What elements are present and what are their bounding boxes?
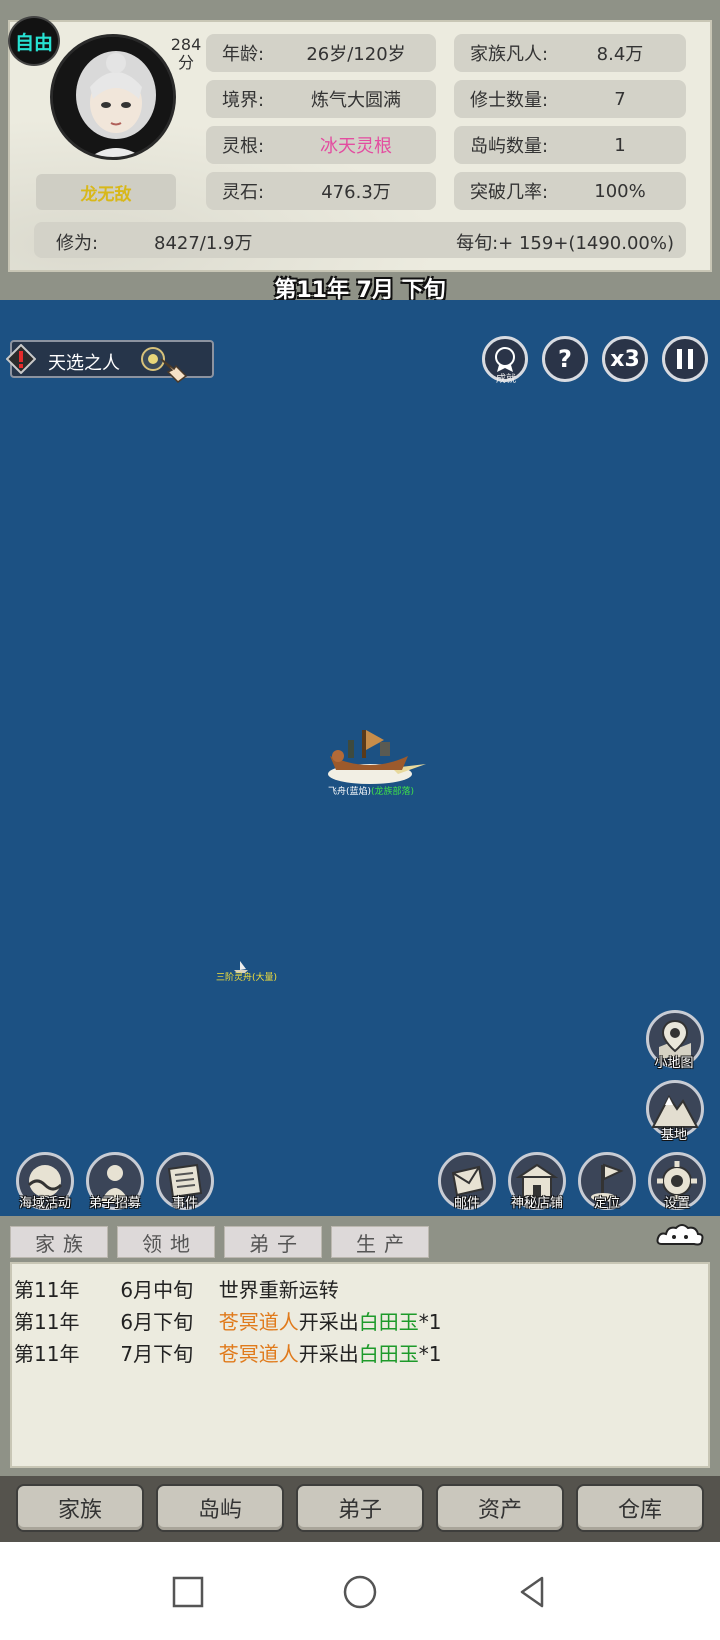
log-text: 开采出	[298, 1342, 359, 1366]
stat-clan-mortals: 家族凡人: 8.4万	[454, 34, 686, 72]
flying-ship[interactable]	[318, 716, 430, 786]
player-avatar[interactable]	[50, 34, 176, 160]
stat-spirit-root-value: 冰天灵根	[320, 136, 392, 157]
stat-cultivators-value: 7	[614, 88, 626, 110]
log-year: 第11年	[14, 1310, 80, 1334]
stat-realm: 境界: 炼气大圆满	[206, 80, 436, 118]
speed-button[interactable]: x3	[602, 336, 648, 382]
mystery-shop-label: 神秘店铺	[510, 1196, 563, 1211]
cultivation-value: 8427/1.9万	[154, 233, 253, 254]
ship-name: 飞舟(蓝焰)	[328, 787, 372, 797]
stat-breakthrough-value: 100%	[594, 180, 646, 202]
cultivation-label: 修为:	[56, 233, 99, 254]
recruit-disciple-label: 弟子招募	[88, 1196, 141, 1211]
minimap-label: 小地图	[654, 1056, 694, 1071]
log-tab-territory[interactable]: 领地	[117, 1226, 215, 1258]
chosen-one-label: 天选之人	[48, 353, 120, 374]
log-tab-clan[interactable]: 家族	[10, 1226, 108, 1258]
log-year: 第11年	[14, 1342, 80, 1366]
stat-realm-label: 境界:	[222, 90, 265, 111]
log-person: 苍冥道人	[218, 1310, 299, 1334]
ship-label: 飞舟(蓝焰)(龙族部落)	[328, 784, 414, 797]
nav-clan-button[interactable]: 家族	[16, 1484, 144, 1532]
log-text: 开采出	[298, 1310, 359, 1334]
stat-age-value: 26岁/120岁	[306, 44, 406, 65]
events-label: 事件	[171, 1196, 198, 1211]
score-unit: 分	[177, 53, 194, 72]
score-display: 284 分	[166, 36, 206, 72]
log-count: *1	[418, 1310, 442, 1334]
nav-disciples-button[interactable]: 弟子	[296, 1484, 424, 1532]
pause-button[interactable]	[662, 336, 708, 382]
stat-realm-value: 炼气大圆满	[311, 90, 401, 111]
alert-icon	[6, 344, 36, 374]
settings-label: 设置	[663, 1196, 690, 1211]
sea-activity-label: 海域活动	[18, 1196, 71, 1211]
recent-apps-icon[interactable]	[168, 1572, 208, 1612]
stat-cultivators-label: 修士数量:	[470, 90, 549, 111]
stat-clan-mortals-value: 8.4万	[596, 44, 644, 65]
stat-cultivators: 修士数量: 7	[454, 80, 686, 118]
stat-age: 年龄: 26岁/120岁	[206, 34, 436, 72]
log-row: 第11年 7月下旬 苍冥道人开采出白田玉*1	[14, 1338, 441, 1367]
per-turn-gain: 每旬:+ 159+(1490.00%)	[456, 233, 674, 254]
log-person: 苍冥道人	[218, 1342, 299, 1366]
log-item: 白田玉	[358, 1342, 419, 1366]
locate-label: 定位	[593, 1196, 620, 1211]
log-row: 第11年 6月下旬 苍冥道人开采出白田玉*1	[14, 1306, 441, 1335]
log-tab-disciples[interactable]: 弟子	[224, 1226, 322, 1258]
stat-breakthrough: 突破几率: 100%	[454, 172, 686, 210]
player-name[interactable]: 龙无敌	[36, 174, 176, 210]
small-ship-label: 三阶灵舟(大量)	[216, 973, 278, 983]
nav-islands-button[interactable]: 岛屿	[156, 1484, 284, 1532]
chosen-one-button[interactable]: 天选之人	[6, 340, 214, 383]
log-time: 7月下旬	[120, 1342, 194, 1366]
log-row: 第11年 6月中旬 世界重新运转	[14, 1274, 339, 1303]
log-item: 白田玉	[358, 1310, 419, 1334]
stat-spirit-stones-label: 灵石:	[222, 182, 265, 203]
log-year: 第11年	[14, 1278, 80, 1302]
stat-spirit-root: 灵根: 冰天灵根	[206, 126, 436, 164]
stat-islands-label: 岛屿数量:	[470, 136, 549, 157]
stat-breakthrough-label: 突破几率:	[470, 182, 549, 203]
nav-warehouse-button[interactable]: 仓库	[576, 1484, 704, 1532]
stat-islands: 岛屿数量: 1	[454, 126, 686, 164]
pause-icon	[677, 349, 693, 369]
stat-age-label: 年龄:	[222, 44, 265, 65]
log-time: 6月中旬	[120, 1278, 194, 1302]
mode-badge[interactable]: 自由	[8, 16, 60, 66]
pointing-hand-icon	[160, 358, 188, 383]
log-time: 6月下旬	[120, 1310, 194, 1334]
log-text: 世界重新运转	[218, 1278, 339, 1302]
achievement-label: 成就	[496, 374, 516, 385]
log-tab-production[interactable]: 生产	[331, 1226, 429, 1258]
avatar-portrait	[53, 37, 173, 157]
log-count: *1	[418, 1342, 442, 1366]
score-value: 284	[170, 35, 202, 54]
home-icon[interactable]	[340, 1572, 380, 1612]
ship-owner: (龙族部落)	[371, 787, 415, 797]
stat-clan-mortals-label: 家族凡人:	[470, 44, 549, 65]
stat-spirit-stones: 灵石: 476.3万	[206, 172, 436, 210]
mail-label: 邮件	[453, 1196, 480, 1211]
stat-spirit-root-label: 灵根:	[222, 136, 265, 157]
help-button[interactable]: ?	[542, 336, 588, 382]
nav-assets-button[interactable]: 资产	[436, 1484, 564, 1532]
back-icon[interactable]	[512, 1572, 552, 1612]
stat-islands-value: 1	[614, 134, 626, 156]
cloud-icon[interactable]	[654, 1222, 706, 1252]
cultivation-bar: 修为: 8427/1.9万 每旬:+ 159+(1490.00%)	[34, 222, 686, 258]
stat-spirit-stones-value: 476.3万	[321, 182, 391, 203]
base-label: 基地	[660, 1128, 687, 1143]
